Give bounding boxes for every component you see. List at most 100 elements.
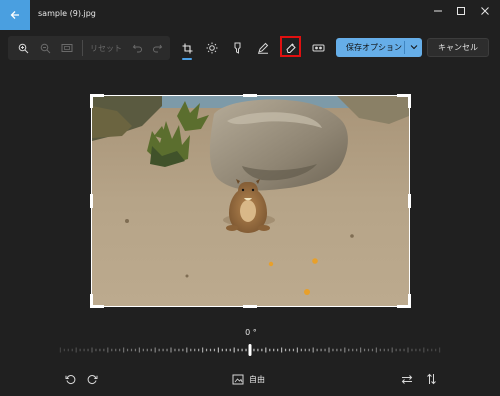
- flip-vertical-icon: [426, 373, 436, 385]
- slider-tick: [292, 348, 295, 352]
- slider-tick: [182, 348, 184, 352]
- back-button[interactable]: [0, 0, 30, 30]
- slider-tick: [146, 348, 148, 352]
- window-title: sample (9).jpg: [38, 9, 96, 18]
- cancel-button[interactable]: キャンセル: [427, 38, 489, 57]
- slider-tick: [439, 347, 441, 353]
- slider-tick: [63, 348, 65, 352]
- crop-handle-bottom-left[interactable]: [90, 294, 93, 308]
- slider-tick: [202, 347, 204, 353]
- slider-tick: [288, 348, 291, 352]
- straighten-slider[interactable]: [58, 342, 442, 358]
- crop-handle-bottom[interactable]: [243, 305, 257, 308]
- slider-tick: [166, 348, 168, 352]
- slider-tick: [150, 348, 152, 352]
- crop-handle-top[interactable]: [243, 94, 257, 97]
- photo-canvas[interactable]: [92, 96, 409, 306]
- save-options-button[interactable]: 保存オプション: [336, 38, 422, 57]
- slider-tick: [154, 347, 156, 353]
- slider-tick: [194, 348, 196, 352]
- reset-button[interactable]: リセット: [88, 36, 124, 60]
- slider-tick: [91, 347, 93, 353]
- maximize-icon: [457, 7, 465, 15]
- rotate-right-button[interactable]: [84, 371, 100, 387]
- zoom-out-icon: [40, 43, 50, 53]
- slider-tick: [383, 348, 385, 352]
- slider-tick: [340, 348, 342, 352]
- flip-horizontal-button[interactable]: [399, 371, 415, 387]
- slider-tick: [399, 348, 401, 352]
- crop-handle-bottom-right[interactable]: [408, 294, 411, 308]
- slider-tick: [241, 348, 243, 352]
- rotate-right-icon: [87, 374, 97, 384]
- slider-tick: [103, 348, 105, 352]
- slider-tick: [324, 348, 326, 352]
- crop-handle-top-right[interactable]: [408, 94, 411, 108]
- close-button[interactable]: [471, 0, 499, 22]
- undo-icon: [132, 44, 142, 53]
- crop-handle-right[interactable]: [408, 194, 411, 208]
- background-tool-button[interactable]: [309, 36, 327, 60]
- markup-tool-button[interactable]: [254, 36, 272, 60]
- zoom-in-button[interactable]: [14, 36, 32, 60]
- active-tool-indicator: [182, 58, 192, 60]
- redo-button[interactable]: [150, 36, 164, 60]
- crop-handle-left[interactable]: [90, 194, 93, 208]
- zoom-out-button[interactable]: [36, 36, 54, 60]
- aspect-ratio-button[interactable]: 自由: [232, 371, 265, 387]
- zoom-in-icon: [18, 43, 28, 53]
- cancel-label: キャンセル: [438, 43, 478, 52]
- highlight-box: [280, 36, 301, 57]
- crop-tool-button[interactable]: [178, 36, 196, 60]
- rotate-left-button[interactable]: [62, 371, 78, 387]
- slider-tick: [360, 347, 362, 353]
- slider-tick: [273, 348, 275, 352]
- slider-tick: [99, 348, 101, 352]
- flip-horizontal-icon: [401, 374, 413, 384]
- slider-tick: [107, 347, 109, 353]
- chevron-down-icon[interactable]: [408, 41, 420, 53]
- toolbar-separator: [82, 40, 83, 56]
- background-icon: [312, 44, 324, 52]
- markup-icon: [258, 42, 269, 54]
- slider-tick: [162, 348, 164, 352]
- slider-thumb[interactable]: [248, 344, 252, 356]
- flip-vertical-button[interactable]: [423, 371, 439, 387]
- slider-tick: [79, 348, 81, 352]
- slider-tick: [423, 347, 425, 353]
- slider-tick: [403, 348, 405, 352]
- fit-icon: [61, 44, 73, 52]
- slider-tick: [213, 348, 216, 352]
- redo-icon: [152, 44, 162, 53]
- slider-tick: [123, 347, 125, 353]
- filter-tool-button[interactable]: [228, 36, 246, 60]
- undo-button[interactable]: [130, 36, 144, 60]
- slider-tick: [245, 348, 247, 352]
- slider-tick: [261, 348, 263, 352]
- crop-handle-top-left[interactable]: [90, 94, 93, 108]
- slider-tick: [277, 348, 279, 352]
- slider-tick: [363, 348, 366, 352]
- slider-tick: [375, 347, 377, 353]
- reset-label: リセット: [90, 43, 122, 53]
- slider-tick: [300, 348, 302, 352]
- slider-tick: [75, 347, 77, 353]
- slider-tick: [134, 348, 137, 352]
- slider-tick: [367, 348, 370, 352]
- fit-button[interactable]: [58, 36, 76, 60]
- slider-tick: [431, 348, 433, 352]
- slider-tick: [328, 347, 330, 353]
- slider-tick: [265, 347, 267, 353]
- rotate-left-icon: [65, 374, 75, 384]
- slider-tick: [229, 348, 231, 352]
- slider-tick: [379, 348, 381, 352]
- slider-tick: [407, 347, 409, 353]
- slider-tick: [170, 347, 172, 353]
- slider-tick: [71, 348, 73, 352]
- close-icon: [481, 7, 489, 15]
- slider-tick: [205, 348, 208, 352]
- slider-tick: [83, 348, 85, 352]
- slider-tick: [209, 348, 212, 352]
- slider-tick: [415, 348, 417, 352]
- adjust-tool-button[interactable]: [203, 36, 221, 60]
